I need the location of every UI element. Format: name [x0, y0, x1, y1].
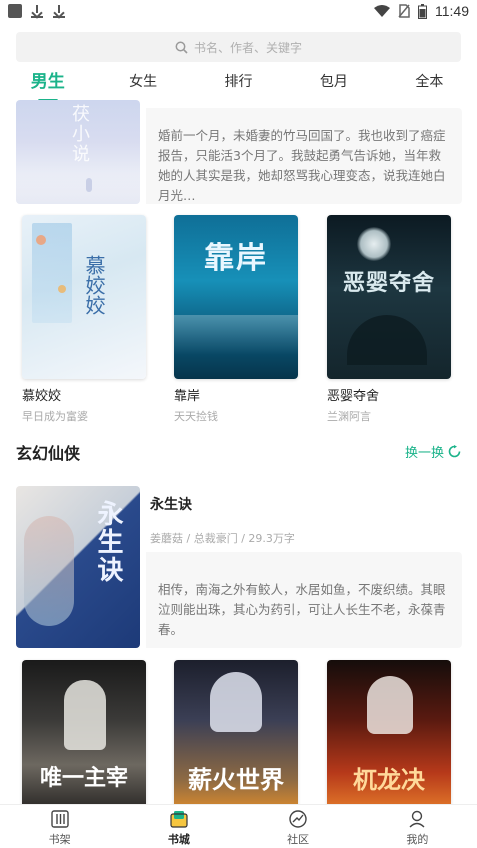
book-card[interactable]: 慕姣姣 慕姣姣 早日成为富婆 [22, 215, 146, 424]
tab-female[interactable]: 女生 [95, 68, 190, 100]
section-title: 玄幻仙侠 [16, 444, 81, 463]
cover-title: 靠岸 [204, 241, 268, 276]
cover-title: 唯一主宰 [39, 766, 128, 791]
featured-book-description: 相传，南海之外有鲛人，水居如鱼，不废织绩。其眼泣则能出珠，其心为药引，可让人长生… [146, 552, 462, 648]
featured-book-cover[interactable]: 永生诀 [16, 486, 140, 648]
nav-label: 我的 [406, 833, 429, 846]
notification-icons [8, 4, 66, 18]
search-bar[interactable]: 书名、作者、关键字 [16, 32, 461, 62]
category-tabs: 男生 女生 排行 包月 全本 [0, 68, 477, 100]
book-title: 慕姣姣 [22, 389, 62, 404]
book-cover: 慕姣姣 [22, 215, 146, 379]
book-author: 早日成为富婆 [22, 410, 88, 423]
featured-book-title: 永生诀 [150, 497, 192, 513]
status-bar: 11:49 [0, 0, 477, 24]
book-card[interactable]: 恶婴夺舍 恶婴夺舍 兰渊阿言 [327, 215, 451, 424]
cover-title: 永生诀 [93, 500, 123, 584]
system-icons: 11:49 [374, 3, 469, 19]
tab-monthly[interactable]: 包月 [286, 68, 381, 100]
book-title: 恶婴夺舍 [327, 389, 380, 404]
nav-bookstore[interactable]: 书城 [119, 805, 238, 848]
cover-title: 杌龙决 [353, 766, 425, 794]
no-sim-icon [398, 4, 410, 18]
book-card[interactable]: 薪火世界 [174, 660, 298, 810]
book-cover: 恶婴夺舍 [327, 215, 451, 379]
search-placeholder: 书名、作者、关键字 [193, 40, 302, 55]
book-cover: 唯一主宰 [22, 660, 146, 810]
nav-label: 书城 [167, 833, 190, 846]
featured-book-meta: 姜蘑菇 / 总裁豪门 / 29.3万字 [150, 532, 295, 545]
wifi-icon [374, 5, 390, 17]
nav-bookshelf[interactable]: 书架 [0, 805, 119, 848]
book-author: 兰渊阿言 [327, 410, 371, 423]
tab-complete[interactable]: 全本 [382, 68, 477, 100]
bottom-navigation: 书架 书城 社区 我的 [0, 804, 477, 848]
book-card[interactable]: 唯一主宰 [22, 660, 146, 810]
featured-book-cover[interactable]: 茯小说 [16, 100, 140, 204]
nav-community[interactable]: 社区 [239, 805, 358, 848]
clock: 11:49 [435, 3, 469, 19]
download-icon [52, 4, 66, 18]
cover-title: 薪火世界 [188, 766, 284, 794]
download-icon [30, 4, 44, 18]
tab-ranking[interactable]: 排行 [191, 68, 286, 100]
book-title: 靠岸 [174, 389, 201, 404]
book-author: 天天捡钱 [174, 410, 218, 423]
featured-book-description: 婚前一个月，未婚妻的竹马回国了。我也收到了癌症报告，只能活3个月了。我鼓起勇气告… [146, 108, 462, 204]
refresh-button[interactable]: 换一换 [405, 442, 461, 461]
community-icon [289, 810, 307, 828]
bookshelf-icon [50, 810, 69, 828]
tab-male[interactable]: 男生 [0, 68, 95, 100]
book-card[interactable]: 靠岸 靠岸 天天捡钱 [174, 215, 298, 424]
book-card[interactable]: 杌龙决 [327, 660, 451, 810]
nav-label: 书架 [48, 833, 71, 846]
cover-title: 茯小说 [69, 104, 90, 164]
search-icon [175, 41, 188, 54]
nav-label: 社区 [287, 833, 310, 846]
app-notification-icon [8, 4, 22, 18]
cover-title: 慕姣姣 [82, 255, 106, 315]
book-cover: 杌龙决 [327, 660, 451, 810]
battery-icon [418, 3, 427, 19]
bookstore-icon [170, 811, 188, 828]
refresh-icon [448, 445, 461, 458]
book-cover: 薪火世界 [174, 660, 298, 810]
book-cover: 靠岸 [174, 215, 298, 379]
nav-profile[interactable]: 我的 [358, 805, 477, 848]
cover-title: 恶婴夺舍 [342, 271, 435, 296]
refresh-label: 换一换 [404, 446, 444, 461]
profile-icon [409, 810, 425, 828]
